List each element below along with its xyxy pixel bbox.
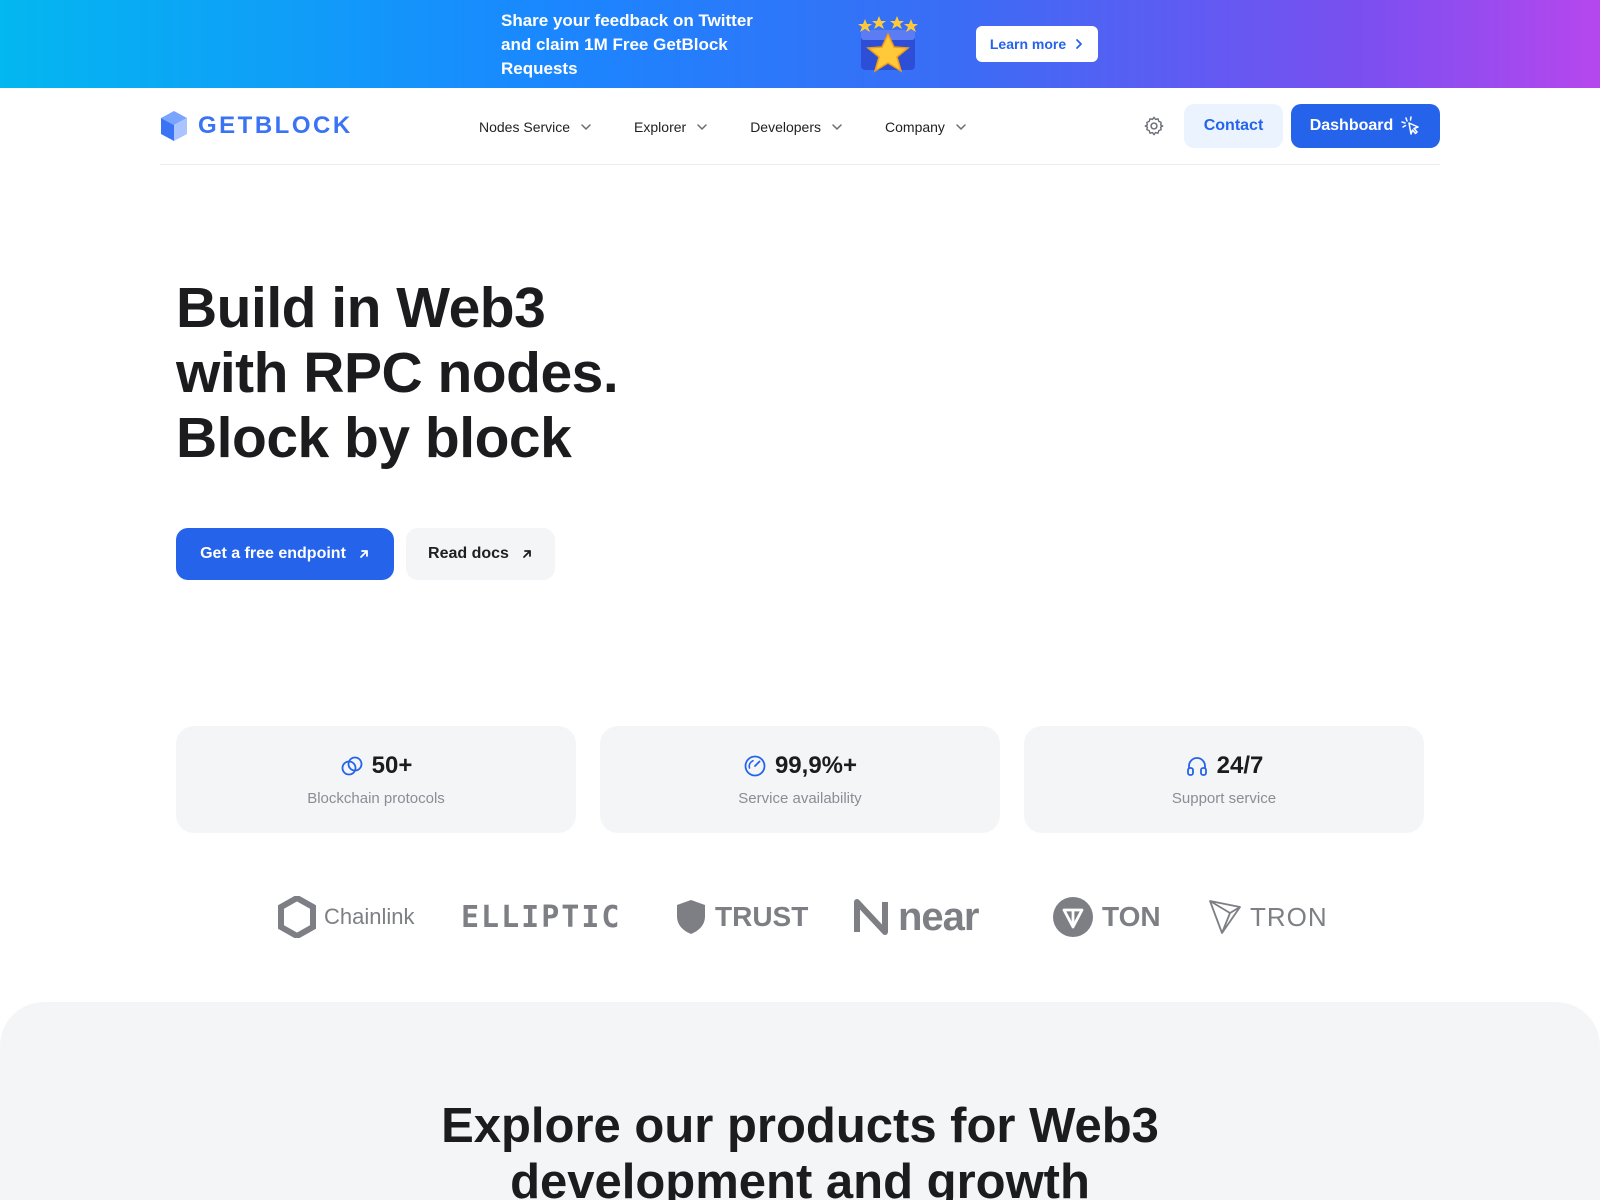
partner-chainlink: Chainlink bbox=[278, 894, 415, 940]
ton-logo-icon bbox=[1053, 897, 1093, 937]
nav-company[interactable]: Company bbox=[885, 114, 967, 140]
tron-logo-icon bbox=[1209, 900, 1241, 934]
chevron-down-icon bbox=[697, 124, 707, 131]
stat-card-protocols: 50+ Blockchain protocols bbox=[176, 726, 576, 833]
contact-button[interactable]: Contact bbox=[1184, 104, 1283, 148]
nav-label: Nodes Service bbox=[479, 119, 571, 135]
stat-label: Blockchain protocols bbox=[307, 790, 445, 807]
stat-card-support: 24/7 Support service bbox=[1024, 726, 1424, 833]
speedometer-icon bbox=[744, 755, 766, 777]
nav-developers[interactable]: Developers bbox=[750, 114, 843, 140]
section-title-line: Explore our products for Web3 bbox=[441, 1099, 1159, 1153]
gear-icon[interactable] bbox=[1143, 115, 1165, 137]
hero-title: Build in Web3 with RPC nodes. Block by b… bbox=[176, 276, 736, 471]
partner-name: TRUST bbox=[715, 901, 809, 932]
stars-box-icon bbox=[858, 16, 918, 73]
main-nav: Nodes Service Explorer Developers Compan… bbox=[479, 114, 1009, 140]
chevron-right-icon bbox=[1076, 39, 1083, 49]
partner-tron: TRON bbox=[1208, 894, 1328, 940]
stat-card-availability: 99,9%+ Service availability bbox=[600, 726, 1000, 833]
partner-ton: TON bbox=[1052, 894, 1161, 940]
dashboard-label: Dashboard bbox=[1309, 117, 1394, 134]
stat-label: Service availability bbox=[738, 790, 862, 807]
header-divider bbox=[160, 164, 1440, 165]
cursor-click-icon bbox=[1401, 116, 1420, 135]
partner-trust: TRUST bbox=[675, 894, 808, 940]
get-free-endpoint-button[interactable]: Get a free endpoint bbox=[176, 528, 394, 580]
promo-text: Share your feedback on Twitter and claim… bbox=[501, 9, 801, 81]
dashboard-button[interactable]: Dashboard bbox=[1291, 104, 1440, 148]
hero-title-line: with RPC nodes. bbox=[176, 341, 619, 405]
partner-near: near bbox=[852, 894, 979, 940]
read-docs-button[interactable]: Read docs bbox=[406, 528, 555, 580]
site-header: GETBLOCK Nodes Service Explorer Develope… bbox=[0, 88, 1600, 166]
cube-logo-icon bbox=[161, 111, 187, 141]
learn-more-label: Learn more bbox=[989, 36, 1067, 52]
stat-value: 99,9%+ bbox=[774, 752, 858, 779]
stat-label: Support service bbox=[1171, 790, 1277, 807]
products-section: Explore our products for Web3 developmen… bbox=[0, 1002, 1600, 1200]
link-icon bbox=[341, 756, 363, 776]
partner-name: near bbox=[898, 894, 979, 939]
nav-explorer[interactable]: Explorer bbox=[634, 114, 708, 140]
nav-label: Company bbox=[885, 119, 945, 135]
partner-name: TRON bbox=[1250, 901, 1328, 932]
hero-title-line: Build in Web3 bbox=[176, 276, 546, 340]
chevron-down-icon bbox=[956, 124, 966, 131]
arrow-up-right-icon bbox=[359, 550, 368, 558]
promo-line: and claim 1M Free GetBlock bbox=[501, 35, 728, 54]
promo-banner: Share your feedback on Twitter and claim… bbox=[0, 0, 1600, 88]
nav-label: Explorer bbox=[634, 119, 687, 135]
nav-label: Developers bbox=[750, 119, 822, 135]
headphones-icon bbox=[1186, 757, 1207, 776]
nav-nodes-service[interactable]: Nodes Service bbox=[479, 114, 592, 140]
chevron-down-icon bbox=[832, 124, 842, 131]
arrow-up-right-icon bbox=[523, 550, 531, 558]
learn-more-button[interactable]: Learn more bbox=[976, 26, 1098, 62]
promo-line: Requests bbox=[501, 59, 578, 78]
chainlink-logo-icon bbox=[278, 896, 316, 938]
section-title: Explore our products for Web3 developmen… bbox=[0, 1098, 1600, 1200]
get-free-endpoint-label: Get a free endpoint bbox=[200, 545, 346, 562]
partner-name: ELLIPTIC bbox=[461, 899, 622, 935]
chevron-down-icon bbox=[581, 124, 591, 131]
shield-icon bbox=[677, 900, 705, 934]
partner-name: TON bbox=[1102, 901, 1161, 932]
near-logo-icon bbox=[854, 899, 888, 935]
partner-name: Chainlink bbox=[324, 904, 415, 929]
read-docs-label: Read docs bbox=[428, 545, 509, 562]
logo[interactable]: GETBLOCK bbox=[160, 110, 353, 142]
stat-value: 24/7 bbox=[1216, 752, 1264, 779]
hero-title-line: Block by block bbox=[176, 406, 572, 470]
stat-value: 50+ bbox=[371, 752, 413, 779]
promo-line: Share your feedback on Twitter bbox=[501, 11, 753, 30]
section-title-line: development and growth bbox=[510, 1155, 1090, 1200]
partner-elliptic: ELLIPTIC bbox=[461, 894, 622, 940]
logo-text: GETBLOCK bbox=[198, 112, 353, 139]
